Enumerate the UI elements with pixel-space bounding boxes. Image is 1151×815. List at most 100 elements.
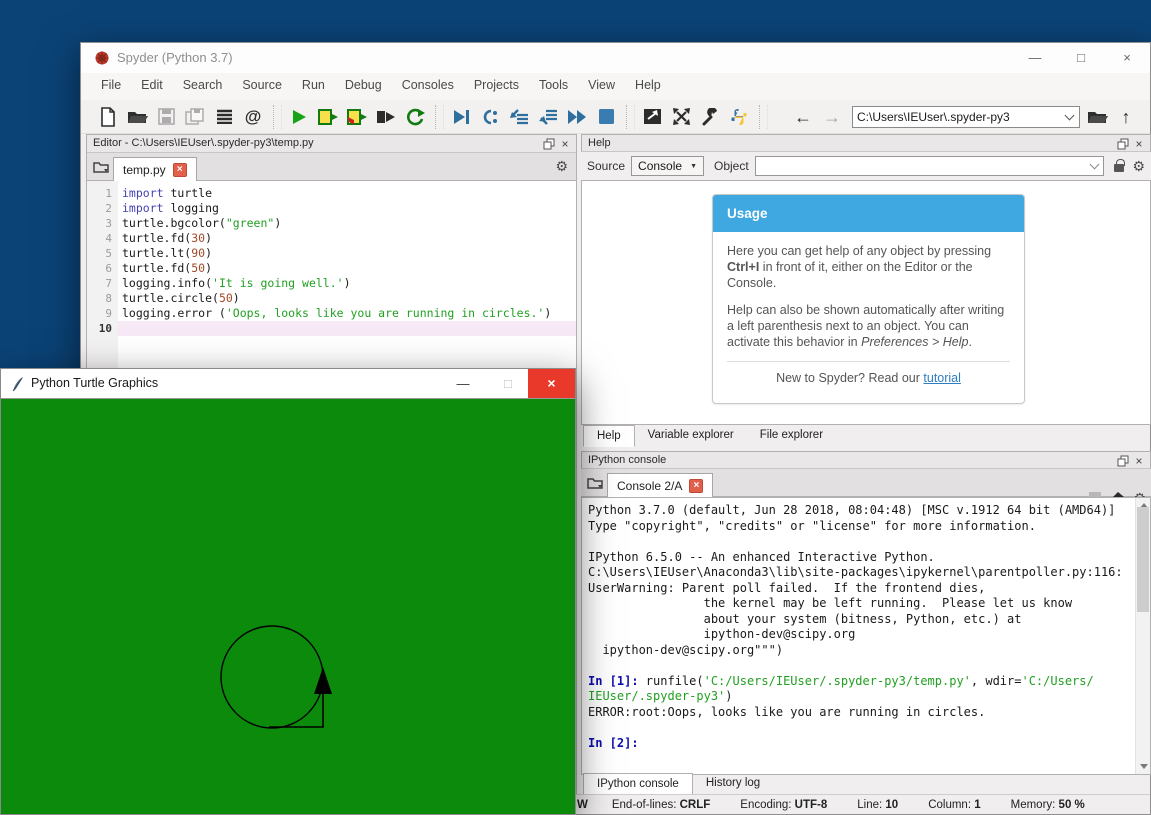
working-directory-combo[interactable]: C:\Users\IEUser\.spyder-py3 bbox=[852, 106, 1080, 128]
menu-file[interactable]: File bbox=[91, 73, 131, 100]
debug-file-button[interactable] bbox=[448, 104, 474, 130]
save-all-button[interactable] bbox=[182, 104, 208, 130]
run-cell-button[interactable] bbox=[315, 104, 341, 130]
code-line: logging.error ('Oops, looks like you are… bbox=[118, 306, 576, 321]
close-pane-icon[interactable]: × bbox=[1131, 453, 1147, 468]
undock-pane-icon[interactable] bbox=[541, 136, 557, 151]
browse-directory-button[interactable] bbox=[1084, 104, 1110, 130]
open-file-button[interactable] bbox=[124, 104, 150, 130]
code-line: import turtle bbox=[118, 186, 576, 201]
tab-variable-explorer[interactable]: Variable explorer bbox=[635, 425, 747, 447]
permissions-status: W bbox=[577, 799, 588, 811]
turtle-maximize-button[interactable]: □ bbox=[488, 369, 528, 398]
lock-icon[interactable] bbox=[1114, 164, 1124, 172]
rerun-cell-button[interactable] bbox=[402, 104, 428, 130]
line-number: 4 bbox=[87, 231, 118, 246]
editor-pane-header: Editor - C:\Users\IEUser\.spyder-py3\tem… bbox=[87, 135, 576, 153]
tab-history-log[interactable]: History log bbox=[693, 773, 773, 795]
turtle-close-button[interactable]: × bbox=[528, 369, 575, 398]
parent-directory-button[interactable]: ↑ bbox=[1113, 104, 1139, 130]
menu-tools[interactable]: Tools bbox=[529, 73, 578, 100]
run-cell-advance-button[interactable] bbox=[344, 104, 370, 130]
console-scrollbar[interactable] bbox=[1135, 498, 1150, 774]
status-line: Line: 10 bbox=[857, 799, 898, 811]
run-button[interactable] bbox=[286, 104, 312, 130]
back-button[interactable]: ← bbox=[790, 104, 816, 130]
menu-run[interactable]: Run bbox=[292, 73, 335, 100]
undock-pane-icon[interactable] bbox=[1115, 453, 1131, 468]
continue-button[interactable] bbox=[564, 104, 590, 130]
new-file-button[interactable] bbox=[95, 104, 121, 130]
status-encoding: Encoding: UTF-8 bbox=[740, 799, 827, 811]
tab-ipython-console[interactable]: IPython console bbox=[583, 773, 693, 795]
browse-tabs-button[interactable] bbox=[90, 156, 113, 178]
object-combo[interactable] bbox=[755, 156, 1105, 176]
editor-tab-temp-py[interactable]: temp.py × bbox=[113, 157, 197, 181]
console-line: ipython-dev@scipy.org""") bbox=[588, 643, 1150, 659]
menu-consoles[interactable]: Consoles bbox=[392, 73, 464, 100]
save-button[interactable] bbox=[153, 104, 179, 130]
scroll-down-button[interactable] bbox=[1136, 759, 1151, 774]
close-tab-icon[interactable]: × bbox=[173, 163, 187, 177]
file-switcher-icon bbox=[216, 109, 233, 124]
scrollbar-thumb[interactable] bbox=[1137, 507, 1149, 612]
console-line: IEUser/.spyder-py3') bbox=[588, 689, 1150, 705]
working-directory-value: C:\Users\IEUser\.spyder-py3 bbox=[857, 110, 1064, 124]
maximize-pane-button[interactable] bbox=[639, 104, 665, 130]
close-tab-icon[interactable]: × bbox=[689, 479, 703, 493]
fullscreen-button[interactable] bbox=[668, 104, 694, 130]
help-options-gear-icon[interactable]: ⚙ bbox=[1132, 159, 1145, 173]
maximize-button[interactable]: □ bbox=[1058, 43, 1104, 73]
close-pane-icon[interactable]: × bbox=[1131, 136, 1147, 151]
step-return-button[interactable] bbox=[535, 104, 561, 130]
close-button[interactable]: × bbox=[1104, 43, 1150, 73]
line-number: 1 bbox=[87, 186, 118, 201]
turtle-titlebar[interactable]: Python Turtle Graphics — □ × bbox=[1, 369, 575, 398]
help-source-row: Source Console ▼ Object ⚙ bbox=[581, 152, 1151, 180]
console-line: ipython-dev@scipy.org bbox=[588, 627, 1150, 643]
forward-button[interactable]: → bbox=[819, 104, 845, 130]
tab-help[interactable]: Help bbox=[583, 425, 635, 447]
run-cell-advance-icon bbox=[346, 108, 368, 126]
source-dropdown[interactable]: Console ▼ bbox=[631, 156, 704, 176]
minimize-button[interactable]: — bbox=[1012, 43, 1058, 73]
save-all-icon bbox=[185, 108, 205, 126]
spyder-titlebar[interactable]: Spyder (Python 3.7) — □ × bbox=[81, 43, 1150, 73]
code-line bbox=[118, 321, 576, 336]
close-pane-icon[interactable]: × bbox=[557, 136, 573, 151]
browse-tabs-button[interactable] bbox=[584, 472, 607, 494]
preferences-button[interactable] bbox=[697, 104, 723, 130]
python-env-button[interactable] bbox=[726, 104, 752, 130]
file-switcher-button[interactable] bbox=[211, 104, 237, 130]
run-selection-button[interactable] bbox=[373, 104, 399, 130]
symbol-finder-button[interactable]: @ bbox=[240, 104, 266, 130]
help-pane-tabs: HelpVariable explorerFile explorer bbox=[581, 425, 836, 448]
code-lines: import turtleimport loggingturtle.bgcolo… bbox=[118, 181, 576, 336]
window-title: Spyder (Python 3.7) bbox=[117, 50, 233, 65]
undock-pane-icon[interactable] bbox=[1115, 136, 1131, 151]
console-tabbar: Console 2/A × ⚙ bbox=[581, 469, 1151, 497]
dropdown-arrow-icon: ▼ bbox=[690, 163, 697, 170]
step-return-icon bbox=[538, 109, 558, 125]
turtle-minimize-button[interactable]: — bbox=[443, 369, 483, 398]
menu-search[interactable]: Search bbox=[173, 73, 233, 100]
fullscreen-icon bbox=[672, 108, 691, 125]
debug-step-button[interactable] bbox=[477, 104, 503, 130]
stop-button[interactable] bbox=[593, 104, 619, 130]
tutorial-link[interactable]: tutorial bbox=[923, 371, 961, 385]
console-line: UserWarning: Parent poll failed. If the … bbox=[588, 581, 1150, 597]
tab-file-explorer[interactable]: File explorer bbox=[747, 425, 836, 447]
save-icon bbox=[158, 108, 175, 125]
console-output[interactable]: Python 3.7.0 (default, Jun 28 2018, 08:0… bbox=[581, 497, 1151, 775]
menu-view[interactable]: View bbox=[578, 73, 625, 100]
menu-debug[interactable]: Debug bbox=[335, 73, 392, 100]
menu-projects[interactable]: Projects bbox=[464, 73, 529, 100]
toolbar-separator bbox=[273, 105, 282, 129]
help-pane-header: Help × bbox=[581, 134, 1151, 152]
menu-edit[interactable]: Edit bbox=[131, 73, 173, 100]
editor-options-gear-icon[interactable]: ⚙ bbox=[555, 159, 568, 173]
menu-help[interactable]: Help bbox=[625, 73, 671, 100]
console-tab[interactable]: Console 2/A × bbox=[607, 473, 713, 497]
step-into-button[interactable] bbox=[506, 104, 532, 130]
menu-source[interactable]: Source bbox=[232, 73, 292, 100]
